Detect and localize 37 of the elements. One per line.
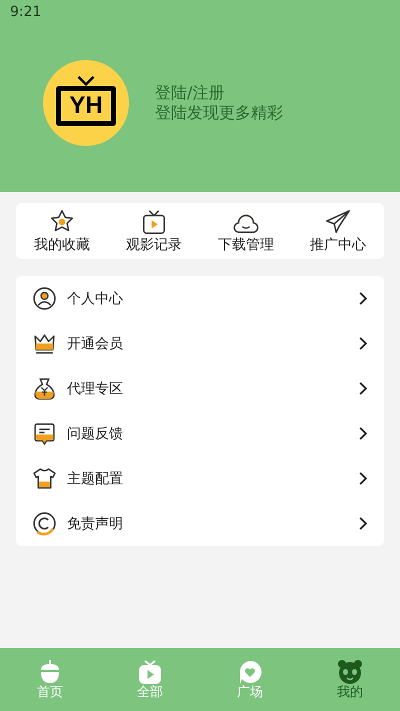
- menu-label: 主题配置: [67, 470, 124, 488]
- quick-action[interactable]: 推广中心: [310, 208, 366, 254]
- tv-icon: [137, 658, 163, 684]
- money-bag-icon: [32, 376, 57, 401]
- menu-item[interactable]: 免责声明: [16, 501, 384, 546]
- menu-label: 免责声明: [67, 514, 124, 532]
- shirt-icon: [32, 466, 57, 491]
- menu-label: 问题反馈: [67, 424, 124, 442]
- menu-item[interactable]: 开通会员: [16, 321, 384, 366]
- menu-item[interactable]: 代理专区: [16, 366, 384, 411]
- chevron-right-icon: [358, 516, 368, 531]
- quick-action[interactable]: 观影记录: [126, 208, 182, 254]
- tv-icon: [140, 208, 168, 236]
- person-icon: [32, 286, 57, 311]
- chevron-right-icon: [358, 381, 368, 396]
- chevron-right-icon: [358, 336, 368, 351]
- quick-action[interactable]: 我的收藏: [34, 208, 90, 254]
- paper-plane-icon: [324, 208, 352, 236]
- chevron-right-icon: [358, 471, 368, 486]
- panda-icon: [337, 658, 363, 684]
- menu-item[interactable]: 问题反馈: [16, 411, 384, 456]
- logo-text: YH: [56, 86, 116, 126]
- menu-label: 代理专区: [67, 380, 124, 398]
- copyright-icon: [32, 511, 57, 536]
- chevron-right-icon: [358, 426, 368, 441]
- menu-label: 开通会员: [67, 334, 124, 352]
- login-subtitle: 登陆发现更多精彩: [155, 103, 283, 123]
- quick-action[interactable]: 下载管理: [218, 208, 274, 254]
- nav-tab[interactable]: 我的: [320, 658, 380, 700]
- menu-item[interactable]: 个人中心: [16, 276, 384, 321]
- message-icon: [32, 421, 57, 446]
- menu-label: 个人中心: [67, 290, 124, 308]
- chat-icon: [237, 658, 263, 684]
- chevron-right-icon: [358, 291, 368, 306]
- menu-item[interactable]: 主题配置: [16, 456, 384, 501]
- logo[interactable]: YH: [43, 60, 129, 146]
- status-time: 9:21: [10, 4, 42, 20]
